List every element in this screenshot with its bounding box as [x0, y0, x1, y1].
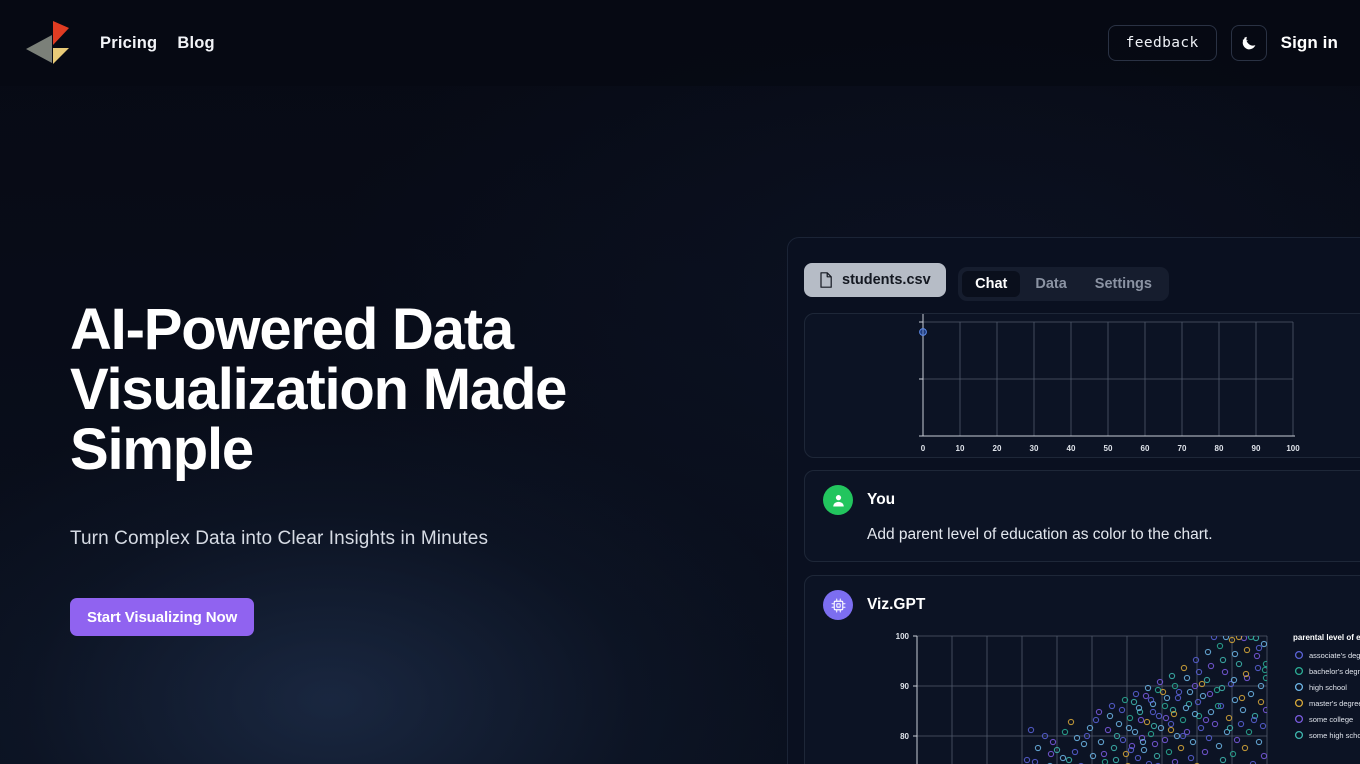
bot-message-card: Viz.GPT 100 90 80 parental level of asso… [804, 575, 1360, 764]
svg-text:40: 40 [1067, 444, 1076, 453]
app-preview-panel: students.csv Chat Data Settings 0 10 20 … [787, 237, 1360, 764]
tab-chat[interactable]: Chat [962, 271, 1021, 297]
chart1-x-axis-label: math score [1084, 456, 1132, 458]
theme-toggle-button[interactable] [1230, 25, 1267, 61]
chart-message-card: 20 10 0 0 10 20 30 40 50 60 70 80 [804, 313, 1360, 458]
primary-nav: Pricing Blog [100, 34, 215, 53]
svg-text:90: 90 [900, 682, 909, 691]
hero-section: AI-Powered Data Visualization Made Simpl… [70, 300, 730, 636]
feedback-button[interactable]: feedback [1107, 25, 1217, 61]
cpu-chip-icon [830, 597, 846, 613]
svg-text:80: 80 [1215, 444, 1224, 453]
site-header: Pricing Blog feedback Sign in [0, 0, 1360, 86]
user-icon [832, 494, 844, 507]
user-message-card: You Add parent level of education as col… [804, 470, 1360, 562]
scatter-chart-math-score[interactable]: 20 10 0 0 10 20 30 40 50 60 70 80 [917, 314, 1317, 458]
svg-text:associate's degree: associate's degree [1309, 651, 1360, 660]
chart2-legend: parental level of education associate's … [1293, 633, 1360, 740]
vizgpt-logo[interactable] [22, 18, 74, 68]
chart1-grid [922, 321, 1294, 436]
svg-text:70: 70 [1178, 444, 1187, 453]
svg-text:50: 50 [1104, 444, 1113, 453]
message-author: Viz.GPT [867, 596, 926, 613]
svg-text:80: 80 [900, 732, 909, 741]
svg-text:master's degree: master's degree [1309, 699, 1360, 708]
start-visualizing-button[interactable]: Start Visualizing Now [70, 598, 255, 636]
file-chip-label: students.csv [842, 272, 931, 288]
tab-settings[interactable]: Settings [1082, 271, 1165, 297]
avatar [823, 590, 853, 620]
page-root: Pricing Blog feedback Sign in AI-Powered… [0, 0, 1360, 764]
svg-text:90: 90 [1252, 444, 1261, 453]
logo-icon [26, 21, 69, 64]
user-message-header: You [805, 471, 1360, 515]
tab-data[interactable]: Data [1022, 271, 1079, 297]
chart1-data-point [919, 328, 927, 336]
svg-text:20: 20 [993, 444, 1002, 453]
svg-text:10: 10 [956, 444, 965, 453]
scatter-chart-parental-education[interactable]: 100 90 80 parental level of associate's … [895, 624, 1360, 764]
file-chip-students-csv[interactable]: students.csv [804, 263, 946, 297]
sign-in-link[interactable]: Sign in [1281, 33, 1338, 53]
header-actions: feedback Sign in [1107, 25, 1338, 61]
svg-text:30: 30 [1030, 444, 1039, 453]
svg-text:bachelor's degree: bachelor's degree [1309, 667, 1360, 676]
svg-text:0: 0 [921, 444, 926, 453]
nav-item-pricing[interactable]: Pricing [100, 34, 157, 53]
svg-text:high school: high school [1309, 683, 1347, 692]
chart2-y-ticks: 100 90 80 [896, 632, 917, 741]
page-title: AI-Powered Data Visualization Made Simpl… [70, 297, 567, 482]
file-icon [820, 272, 832, 288]
chart2-grid [916, 635, 1268, 764]
avatar [823, 485, 853, 515]
svg-text:100: 100 [1286, 444, 1300, 453]
svg-text:100: 100 [896, 632, 910, 641]
message-author: You [867, 491, 896, 508]
svg-text:parental level of education: parental level of education [1293, 633, 1360, 642]
chart1-x-ticks: 0 10 20 30 40 50 60 70 80 90 100 [921, 444, 1300, 453]
nav-item-blog[interactable]: Blog [177, 34, 214, 53]
moon-icon [1242, 36, 1255, 50]
chart2-points [1023, 636, 1267, 764]
user-message-text: Add parent level of education as color t… [867, 526, 1213, 543]
panel-tabbar: Chat Data Settings [958, 267, 1169, 301]
chart1-y-ticks: 20 10 0 [919, 321, 923, 437]
bot-message-header: Viz.GPT [805, 576, 1360, 620]
hero-subtitle: Turn Complex Data into Clear Insights in… [70, 528, 489, 549]
svg-text:60: 60 [1141, 444, 1150, 453]
svg-text:some high school: some high school [1309, 731, 1360, 740]
svg-text:some college: some college [1309, 715, 1353, 724]
